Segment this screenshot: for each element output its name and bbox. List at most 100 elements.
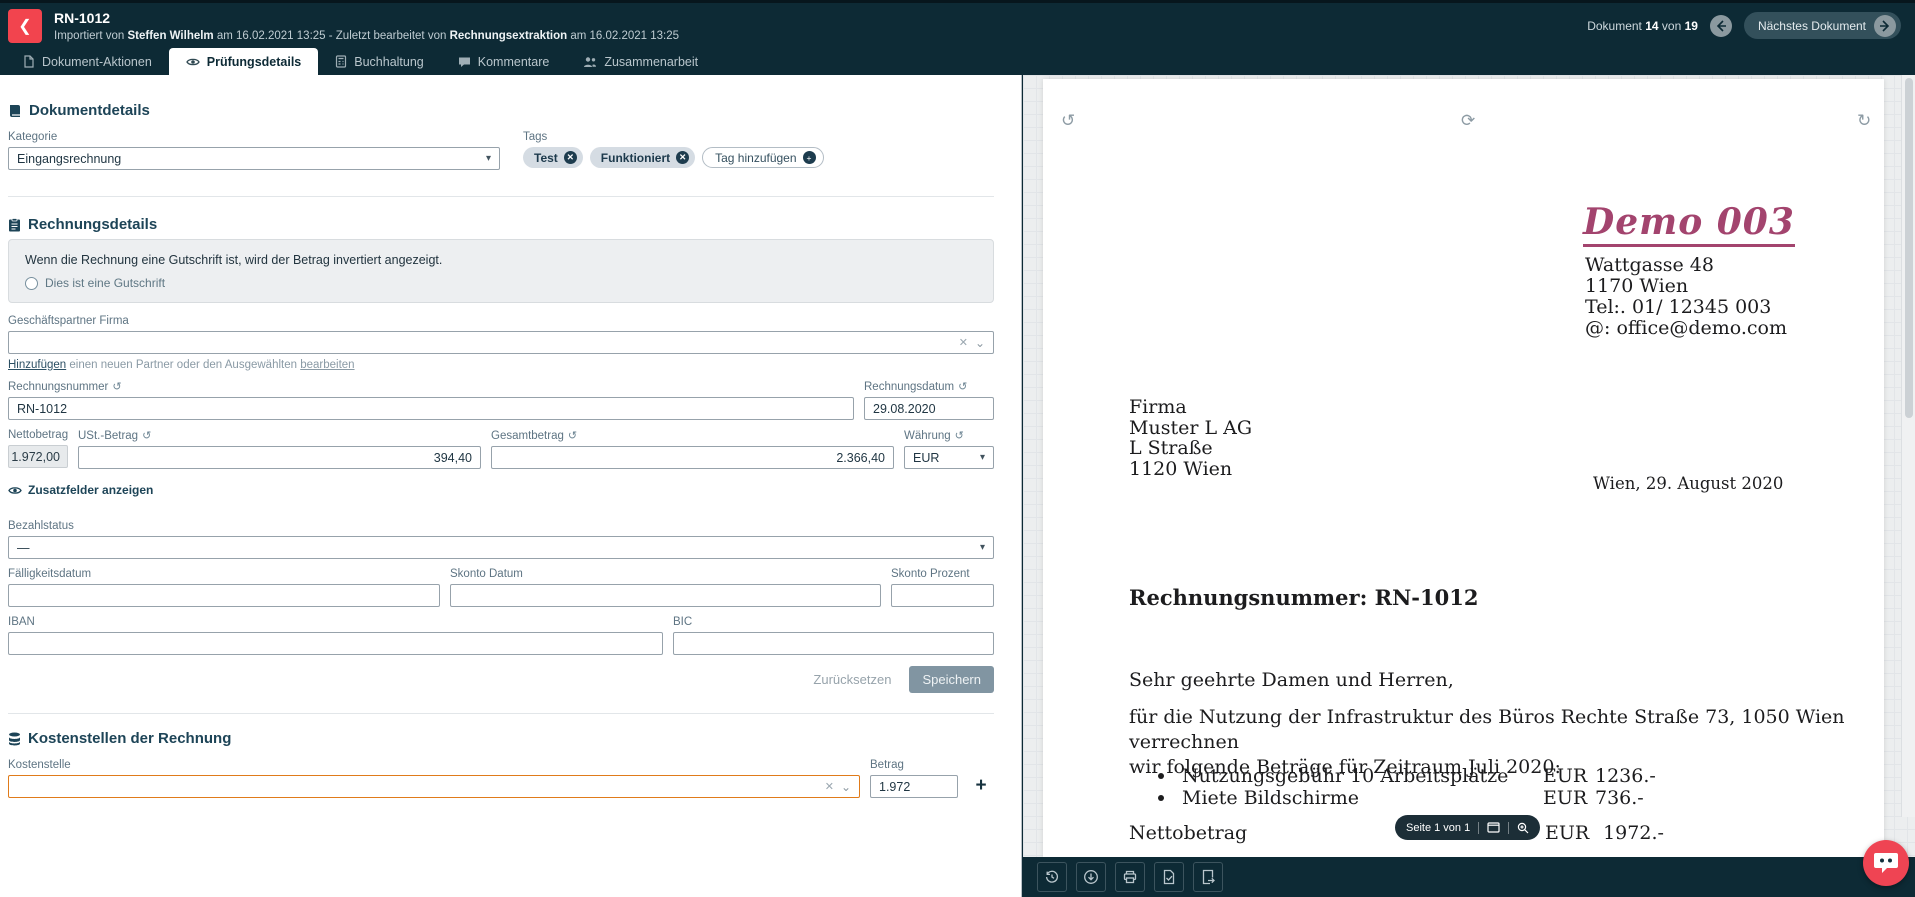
fit-page-icon[interactable] (1487, 822, 1500, 833)
history-button[interactable] (1037, 862, 1067, 892)
history-icon[interactable]: ↺ (955, 429, 964, 442)
bic-input[interactable] (673, 632, 994, 655)
kostenstelle-select[interactable]: ✕ ⌄ (8, 775, 860, 798)
download-icon (1083, 869, 1099, 885)
tab-bar: Dokument-Aktionen Prüfungsdetails Buchha… (0, 48, 1915, 75)
bezahlstatus-label: Bezahlstatus (8, 520, 994, 532)
comment-icon (458, 56, 471, 68)
previous-document-button[interactable] (1710, 15, 1732, 37)
kategorie-select[interactable]: Eingangsrechnung ▾ (8, 147, 500, 170)
add-tag-button[interactable]: Tag hinzufügen + (702, 147, 823, 168)
bezahlstatus-value: — (17, 541, 974, 555)
gutschrift-radio-row[interactable]: Dies ist eine Gutschrift (25, 276, 977, 290)
export-icon (1200, 869, 1216, 885)
next-document-button[interactable]: Nächstes Dokument (1744, 12, 1901, 39)
kategorie-value: Eingangsrechnung (17, 152, 480, 166)
letter-greeting: Sehr geehrte Damen und Herren, (1129, 669, 1454, 691)
tag-list: Test ✕ Funktioniert ✕ Tag hinzufügen + (523, 147, 824, 168)
save-button[interactable]: Speichern (909, 666, 994, 693)
add-partner-link[interactable]: Hinzufügen (8, 359, 66, 371)
faelligkeitsdatum-label: Fälligkeitsdatum (8, 568, 440, 580)
pill-divider (1508, 822, 1509, 834)
waehrung-select[interactable]: EUR ▾ (904, 446, 994, 469)
caret-down-icon: ▾ (980, 542, 985, 553)
history-icon[interactable]: ↺ (958, 380, 967, 393)
iban-label: IBAN (8, 616, 663, 628)
tag-pill-funktioniert[interactable]: Funktioniert ✕ (590, 147, 695, 168)
tag-pill-test[interactable]: Test ✕ (523, 147, 583, 168)
letter-recipient: Firma Muster L AG L Straße 1120 Wien (1129, 397, 1252, 479)
tab-buchhaltung[interactable]: Buchhaltung (318, 48, 441, 75)
viewer-scrollbar[interactable] (1901, 75, 1915, 817)
download-button[interactable] (1076, 862, 1106, 892)
bezahlstatus-select[interactable]: — ▾ (8, 536, 994, 559)
reset-button[interactable]: Zurücksetzen (813, 672, 891, 687)
bic-label: BIC (673, 616, 994, 628)
tab-pruefungsdetails[interactable]: Prüfungsdetails (169, 48, 318, 75)
waehrung-value: EUR (913, 451, 974, 465)
document-pager: Dokument 14 von 19 Nächstes Dokument (1587, 12, 1901, 39)
document-icon (23, 55, 35, 68)
remove-tag-icon[interactable]: ✕ (564, 151, 577, 164)
gesamtbetrag-input[interactable] (491, 446, 894, 469)
rechnungsnummer-input[interactable] (8, 397, 854, 420)
refresh-rotation-icon[interactable]: ⟳ (1461, 111, 1475, 131)
back-button[interactable]: ❮ (8, 9, 42, 43)
app-header: ❮ RN-1012 Importiert von Steffen Wilhelm… (0, 0, 1915, 48)
history-icon[interactable]: ↺ (568, 429, 577, 442)
chat-bubble-icon (1873, 851, 1899, 875)
document-header-titles: RN-1012 Importiert von Steffen Wilhelm a… (54, 10, 679, 42)
waehrung-label: Währung (904, 430, 951, 442)
section-kostenstellen: Kostenstellen der Rechnung (8, 730, 994, 747)
page-indicator-label: Seite 1 von 1 (1406, 822, 1470, 834)
pager-count: Dokument 14 von 19 (1587, 19, 1698, 33)
add-kostenstelle-button[interactable]: + (968, 759, 994, 798)
zusatzfelder-toggle[interactable]: Zusatzfelder anzeigen (8, 483, 994, 497)
rechnungsdatum-label: Rechnungsdatum (864, 381, 954, 393)
skonto-datum-input[interactable] (450, 584, 881, 607)
rotate-right-icon[interactable]: ↻ (1857, 111, 1871, 131)
people-icon (583, 56, 597, 68)
tab-dokument-aktionen[interactable]: Dokument-Aktionen (6, 48, 169, 75)
arrow-right-icon (1879, 20, 1891, 32)
export-button[interactable] (1193, 862, 1223, 892)
viewer-canvas: ↺ ⟳ ↻ Demo 003 Wattgasse 48 1170 Wien Te… (1023, 75, 1915, 857)
gutschrift-infobox: Wenn die Rechnung eine Gutschrift ist, w… (8, 239, 994, 303)
chat-widget-button[interactable] (1863, 840, 1909, 886)
letter-brand: Demo 003 (1583, 201, 1795, 247)
remove-tag-icon[interactable]: ✕ (676, 151, 689, 164)
print-button[interactable] (1115, 862, 1145, 892)
document-subtitle: Importiert von Steffen Wilhelm am 16.02.… (54, 30, 679, 42)
tab-kommentare[interactable]: Kommentare (441, 48, 567, 75)
skonto-prozent-input[interactable] (891, 584, 994, 607)
scrollbar-thumb[interactable] (1905, 78, 1913, 418)
tab-zusammenarbeit[interactable]: Zusammenarbeit (566, 48, 715, 75)
letter-dateline: Wien, 29. August 2020 (1593, 474, 1783, 493)
arrow-right-circle (1874, 15, 1896, 37)
arrow-left-icon (1715, 20, 1727, 32)
ust-betrag-input[interactable] (78, 446, 481, 469)
chevron-left-icon: ❮ (18, 16, 31, 36)
faelligkeitsdatum-input[interactable] (8, 584, 440, 607)
partner-select[interactable]: ✕ ⌄ (8, 331, 994, 354)
history-icon[interactable]: ↺ (142, 429, 151, 442)
iban-input[interactable] (8, 632, 663, 655)
skonto-datum-label: Skonto Datum (450, 568, 881, 580)
history-icon (1044, 869, 1060, 885)
partner-label: Geschäftspartner Firma (8, 315, 994, 327)
history-icon[interactable]: ↺ (112, 380, 121, 393)
clear-icon[interactable]: ✕ (825, 780, 834, 793)
calculator-icon (335, 55, 347, 68)
printer-icon (1122, 869, 1138, 885)
betrag-label: Betrag (870, 759, 958, 771)
betrag-input[interactable] (870, 775, 958, 798)
rotate-left-icon[interactable]: ↺ (1061, 111, 1075, 131)
nettobetrag-value: 1.972,00 (8, 445, 68, 468)
viewer-toolbar (1023, 857, 1915, 897)
edit-partner-link[interactable]: bearbeiten (300, 359, 354, 371)
clear-icon[interactable]: ✕ (959, 336, 968, 349)
gutschrift-radio[interactable] (25, 277, 38, 290)
document-check-button[interactable] (1154, 862, 1184, 892)
zoom-in-icon[interactable] (1517, 822, 1529, 834)
rechnungsdatum-input[interactable] (864, 397, 994, 420)
